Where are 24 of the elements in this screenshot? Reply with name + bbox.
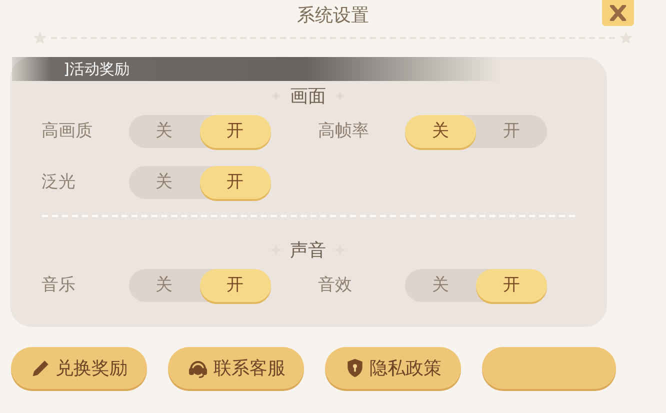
toggle-option[interactable]: 关 <box>405 115 476 148</box>
toggle-option[interactable]: 开 <box>476 269 547 302</box>
window-title: 系统设置 <box>297 4 369 28</box>
action-button[interactable]: 联系客服 <box>168 347 304 389</box>
action-button[interactable]: 兑换奖励 <box>10 347 146 389</box>
section-title: 声音 <box>290 238 326 262</box>
toggle-option[interactable]: 开 <box>200 166 270 199</box>
close-icon <box>609 5 627 21</box>
toggle-switch[interactable]: 关 开 <box>405 115 547 148</box>
toggle-switch[interactable]: 关 开 <box>128 166 270 199</box>
section-title: 画面 <box>290 84 326 108</box>
toggle-option[interactable]: 开 <box>200 269 270 302</box>
toggle-switch[interactable]: 关 开 <box>405 269 547 302</box>
toggle-switch[interactable]: 关 开 <box>128 269 270 302</box>
close-button[interactable] <box>602 0 634 26</box>
action-button[interactable]: 隐私政策 <box>324 347 460 389</box>
toggle-option[interactable]: 开 <box>200 115 270 148</box>
setting-label: 泛光 <box>42 170 76 194</box>
setting-label: 音效 <box>318 274 353 297</box>
setting-label: 高帧率 <box>318 120 370 143</box>
toast-text: ]活动奖励 <box>64 58 130 80</box>
setting-label: 高画质 <box>42 120 94 143</box>
setting-label: 音乐 <box>42 274 76 297</box>
toggle-switch[interactable]: 关 开 <box>128 115 270 148</box>
